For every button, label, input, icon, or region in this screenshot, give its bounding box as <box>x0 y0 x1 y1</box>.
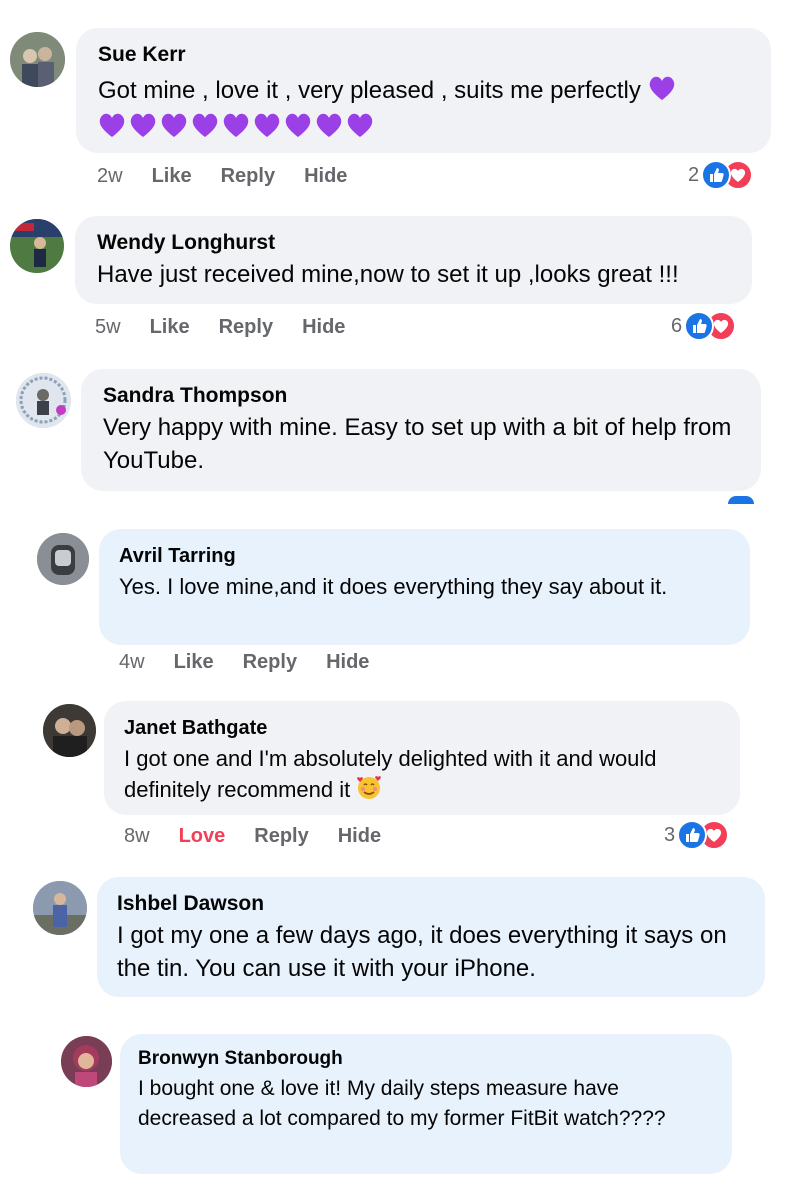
like-icon <box>677 820 708 850</box>
comment-author[interactable]: Ishbel Dawson <box>117 891 743 917</box>
comment-actions: 2w Like Reply Hide <box>97 164 347 188</box>
comment-bubble: Avril Tarring Yes. I love mine,and it do… <box>99 529 750 645</box>
hide-button[interactable]: Hide <box>326 650 369 674</box>
comment-author[interactable]: Avril Tarring <box>119 543 728 569</box>
love-button[interactable]: Love <box>179 824 226 848</box>
comment-actions: 5w Like Reply Hide <box>95 315 345 339</box>
comment-bubble: Ishbel Dawson I got my one a few days ag… <box>97 877 765 997</box>
reply-button[interactable]: Reply <box>243 650 297 674</box>
avatar[interactable] <box>43 704 96 757</box>
comment-author[interactable]: Bronwyn Stanborough <box>138 1046 710 1072</box>
avatar[interactable] <box>37 533 89 585</box>
purple-heart-icon <box>192 113 218 137</box>
reply-button[interactable]: Reply <box>221 164 275 188</box>
avatar[interactable] <box>10 32 65 87</box>
comment-author[interactable]: Sandra Thompson <box>103 383 739 409</box>
comment-timestamp[interactable]: 4w <box>119 650 145 674</box>
reaction-count: 6 <box>671 314 683 337</box>
smiling-face-with-hearts-icon <box>356 774 382 808</box>
comment-bubble: Sue Kerr Got mine , love it , very pleas… <box>76 28 771 153</box>
hide-button[interactable]: Hide <box>338 824 381 848</box>
avatar[interactable] <box>16 373 71 428</box>
reaction-summary[interactable]: 3 <box>664 820 730 850</box>
comment-text: Got mine , love it , very pleased , suit… <box>98 77 641 104</box>
comment-text: Very happy with mine. Easy to set up wit… <box>103 414 732 474</box>
comment-bubble: Sandra Thompson Very happy with mine. Ea… <box>81 369 761 491</box>
purple-heart-icon <box>130 113 156 137</box>
purple-heart-icon <box>161 113 187 137</box>
like-button[interactable]: Like <box>152 164 192 188</box>
reaction-count: 2 <box>688 163 700 186</box>
like-button[interactable]: Like <box>174 650 214 674</box>
comment-bubble: Janet Bathgate I got one and I'm absolut… <box>104 701 740 815</box>
purple-heart-icon <box>347 113 373 137</box>
reaction-count: 3 <box>664 823 676 846</box>
avatar[interactable] <box>33 881 87 935</box>
comment-text: I bought one & love it! My daily steps m… <box>138 1077 666 1130</box>
emoji-row <box>98 112 749 138</box>
purple-heart-icon <box>285 113 311 137</box>
comment-actions-obscured: —— ——— ——— ——— <box>117 1000 377 1009</box>
comment-actions: 8w Love Reply Hide <box>124 824 381 848</box>
reply-button[interactable]: Reply <box>219 315 273 339</box>
comment-author[interactable]: Wendy Longhurst <box>97 230 730 256</box>
comment-text: Have just received mine,now to set it up… <box>97 261 679 288</box>
comment-author[interactable]: Sue Kerr <box>98 42 749 68</box>
comment-bubble: Wendy Longhurst Have just received mine,… <box>75 216 752 304</box>
purple-heart-icon <box>254 113 280 137</box>
purple-heart-icon <box>99 113 125 137</box>
hide-button[interactable]: Hide <box>304 164 347 188</box>
like-icon <box>701 160 732 190</box>
comment-author[interactable]: Janet Bathgate <box>124 715 718 741</box>
comment-timestamp[interactable]: 8w <box>124 824 150 848</box>
comment-bubble: Bronwyn Stanborough I bought one & love … <box>120 1034 732 1174</box>
reaction-summary[interactable]: 6 <box>671 311 737 341</box>
avatar[interactable] <box>10 219 64 273</box>
purple-heart-icon <box>648 75 676 110</box>
reaction-icon-partial <box>728 496 754 504</box>
like-button[interactable]: Like <box>150 315 190 339</box>
hide-button[interactable]: Hide <box>302 315 345 339</box>
purple-heart-icon <box>223 113 249 137</box>
comment-text: I got my one a few days ago, it does eve… <box>117 922 727 982</box>
reaction-summary[interactable]: 2 <box>688 160 754 190</box>
comment-timestamp[interactable]: 2w <box>97 164 123 188</box>
comment-timestamp[interactable]: 5w <box>95 315 121 339</box>
comment-text: Yes. I love mine,and it does everything … <box>119 574 668 599</box>
avatar[interactable] <box>61 1036 112 1087</box>
purple-heart-icon <box>316 113 342 137</box>
comment-actions-obscured: —— ——— ——— ——— ——— <box>140 1178 520 1187</box>
comment-text: I got one and I'm absolutely delighted w… <box>124 746 657 802</box>
reply-button[interactable]: Reply <box>254 824 308 848</box>
like-icon <box>684 311 715 341</box>
comment-actions: 4w Like Reply Hide <box>119 650 369 674</box>
